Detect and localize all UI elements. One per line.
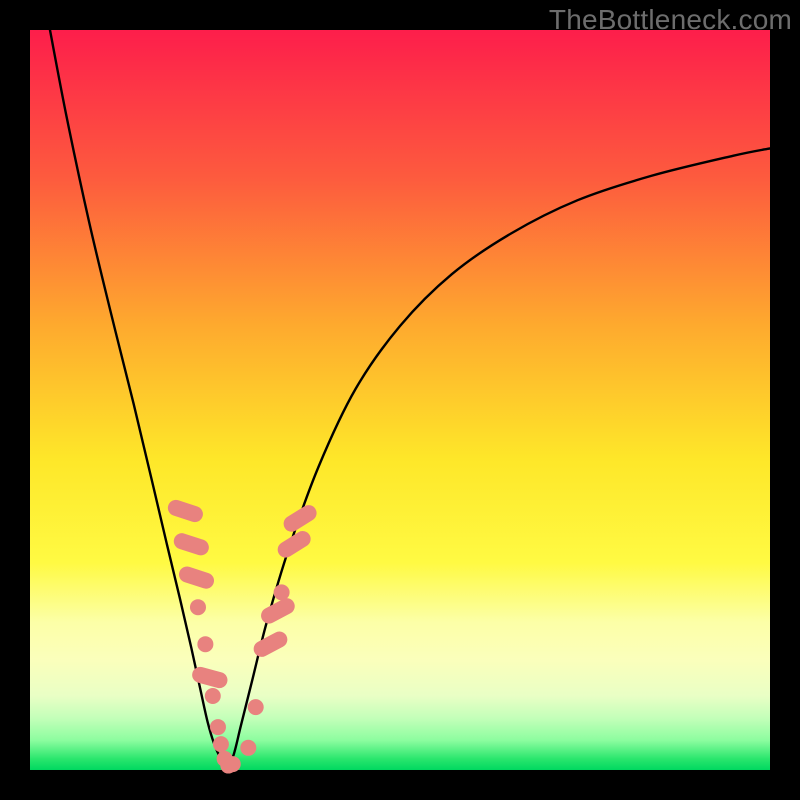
curve-group — [50, 30, 770, 768]
curve-right-branch — [227, 148, 770, 767]
marker-pill — [166, 498, 205, 524]
marker-pill — [177, 564, 216, 590]
marker-dot — [248, 699, 264, 715]
marker-pill — [172, 531, 211, 557]
chart-frame: TheBottleneck.com — [0, 0, 800, 800]
marker-pill — [190, 665, 229, 690]
watermark-text: TheBottleneck.com — [549, 4, 792, 36]
chart-svg — [30, 30, 770, 770]
marker-dot — [225, 756, 241, 772]
marker-dot — [210, 719, 226, 735]
marker-pill — [258, 595, 297, 626]
marker-dot — [213, 736, 229, 752]
marker-pill — [251, 629, 290, 660]
plot-area — [30, 30, 770, 770]
marker-dot — [190, 599, 206, 615]
marker-dot — [205, 688, 221, 704]
marker-dot — [197, 636, 213, 652]
curve-left-branch — [50, 30, 227, 768]
marker-dot — [240, 740, 256, 756]
marker-dot — [274, 584, 290, 600]
marker-pill — [281, 502, 320, 535]
